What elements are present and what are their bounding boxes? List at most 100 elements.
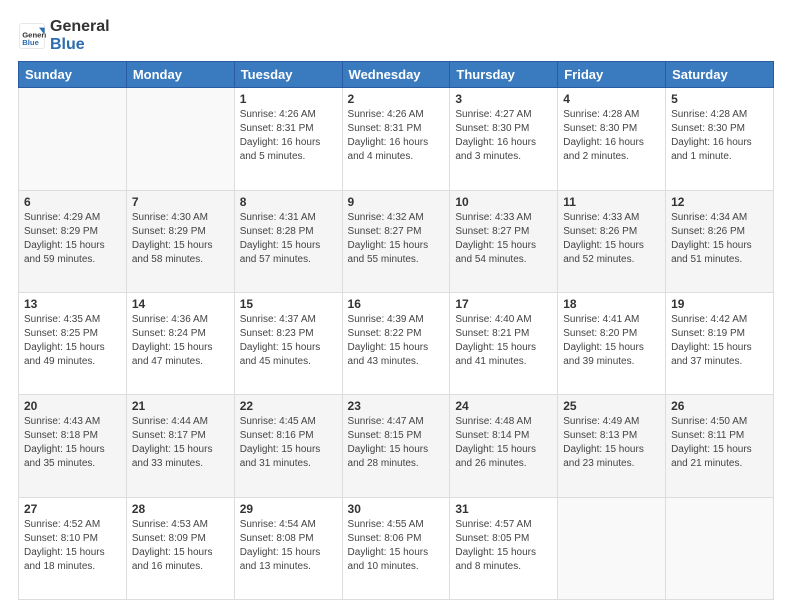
- day-number: 27: [24, 502, 121, 516]
- day-info: Sunrise: 4:26 AM Sunset: 8:31 PM Dayligh…: [348, 108, 445, 164]
- calendar-cell: 29 Sunrise: 4:54 AM Sunset: 8:08 PM Dayli…: [234, 497, 342, 599]
- svg-text:Blue: Blue: [22, 38, 39, 47]
- logo-general: General: [50, 18, 110, 36]
- calendar-cell: 1 Sunrise: 4:26 AM Sunset: 8:31 PM Daylig…: [234, 88, 342, 190]
- day-info: Sunrise: 4:52 AM Sunset: 8:10 PM Dayligh…: [24, 518, 121, 574]
- day-info: Sunrise: 4:31 AM Sunset: 8:28 PM Dayligh…: [240, 211, 337, 267]
- day-info: Sunrise: 4:45 AM Sunset: 8:16 PM Dayligh…: [240, 415, 337, 471]
- day-info: Sunrise: 4:33 AM Sunset: 8:26 PM Dayligh…: [563, 211, 660, 267]
- day-number: 24: [455, 399, 552, 413]
- day-info: Sunrise: 4:35 AM Sunset: 8:25 PM Dayligh…: [24, 313, 121, 369]
- day-number: 30: [348, 502, 445, 516]
- day-number: 26: [671, 399, 768, 413]
- day-number: 4: [563, 92, 660, 106]
- day-info: Sunrise: 4:26 AM Sunset: 8:31 PM Dayligh…: [240, 108, 337, 164]
- calendar-cell: 2 Sunrise: 4:26 AM Sunset: 8:31 PM Daylig…: [342, 88, 450, 190]
- day-info: Sunrise: 4:40 AM Sunset: 8:21 PM Dayligh…: [455, 313, 552, 369]
- day-info: Sunrise: 4:30 AM Sunset: 8:29 PM Dayligh…: [132, 211, 229, 267]
- weekday-header: Friday: [558, 62, 666, 88]
- day-info: Sunrise: 4:36 AM Sunset: 8:24 PM Dayligh…: [132, 313, 229, 369]
- day-number: 3: [455, 92, 552, 106]
- day-number: 14: [132, 297, 229, 311]
- day-info: Sunrise: 4:48 AM Sunset: 8:14 PM Dayligh…: [455, 415, 552, 471]
- day-info: Sunrise: 4:41 AM Sunset: 8:20 PM Dayligh…: [563, 313, 660, 369]
- day-info: Sunrise: 4:57 AM Sunset: 8:05 PM Dayligh…: [455, 518, 552, 574]
- day-info: Sunrise: 4:49 AM Sunset: 8:13 PM Dayligh…: [563, 415, 660, 471]
- day-number: 2: [348, 92, 445, 106]
- day-info: Sunrise: 4:27 AM Sunset: 8:30 PM Dayligh…: [455, 108, 552, 164]
- calendar-cell: 16Sunrise: 4:39 AM Sunset: 8:22 PM Dayli…: [342, 292, 450, 394]
- calendar-cell: [126, 88, 234, 190]
- calendar-cell: 19Sunrise: 4:42 AM Sunset: 8:19 PM Dayli…: [666, 292, 774, 394]
- calendar-cell: 30 Sunrise: 4:55 AM Sunset: 8:06 PM Dayli…: [342, 497, 450, 599]
- weekday-header: Thursday: [450, 62, 558, 88]
- day-number: 8: [240, 195, 337, 209]
- day-number: 13: [24, 297, 121, 311]
- calendar-cell: 8 Sunrise: 4:31 AM Sunset: 8:28 PM Daylig…: [234, 190, 342, 292]
- day-number: 31: [455, 502, 552, 516]
- weekday-header: Saturday: [666, 62, 774, 88]
- calendar-table: SundayMondayTuesdayWednesdayThursdayFrid…: [18, 61, 774, 600]
- day-number: 10: [455, 195, 552, 209]
- page: General Blue General Blue SundayMondayTu…: [0, 0, 792, 612]
- day-info: Sunrise: 4:47 AM Sunset: 8:15 PM Dayligh…: [348, 415, 445, 471]
- day-info: Sunrise: 4:50 AM Sunset: 8:11 PM Dayligh…: [671, 415, 768, 471]
- day-number: 5: [671, 92, 768, 106]
- day-info: Sunrise: 4:32 AM Sunset: 8:27 PM Dayligh…: [348, 211, 445, 267]
- day-number: 19: [671, 297, 768, 311]
- day-number: 12: [671, 195, 768, 209]
- day-number: 25: [563, 399, 660, 413]
- weekday-header: Sunday: [19, 62, 127, 88]
- weekday-header: Wednesday: [342, 62, 450, 88]
- calendar-cell: 18 Sunrise: 4:41 AM Sunset: 8:20 PM Dayli…: [558, 292, 666, 394]
- weekday-header: Monday: [126, 62, 234, 88]
- day-info: Sunrise: 4:55 AM Sunset: 8:06 PM Dayligh…: [348, 518, 445, 574]
- weekday-header: Tuesday: [234, 62, 342, 88]
- calendar-cell: 9 Sunrise: 4:32 AM Sunset: 8:27 PM Daylig…: [342, 190, 450, 292]
- day-number: 7: [132, 195, 229, 209]
- day-info: Sunrise: 4:43 AM Sunset: 8:18 PM Dayligh…: [24, 415, 121, 471]
- calendar-cell: 13 Sunrise: 4:35 AM Sunset: 8:25 PM Dayli…: [19, 292, 127, 394]
- calendar-cell: 28 Sunrise: 4:53 AM Sunset: 8:09 PM Dayli…: [126, 497, 234, 599]
- calendar-cell: 17 Sunrise: 4:40 AM Sunset: 8:21 PM Dayli…: [450, 292, 558, 394]
- day-info: Sunrise: 4:34 AM Sunset: 8:26 PM Dayligh…: [671, 211, 768, 267]
- day-info: Sunrise: 4:28 AM Sunset: 8:30 PM Dayligh…: [563, 108, 660, 164]
- calendar-cell: 7 Sunrise: 4:30 AM Sunset: 8:29 PM Daylig…: [126, 190, 234, 292]
- calendar-cell: 22 Sunrise: 4:45 AM Sunset: 8:16 PM Dayli…: [234, 395, 342, 497]
- day-number: 11: [563, 195, 660, 209]
- calendar-cell: 4 Sunrise: 4:28 AM Sunset: 8:30 PM Daylig…: [558, 88, 666, 190]
- calendar-cell: 14 Sunrise: 4:36 AM Sunset: 8:24 PM Dayli…: [126, 292, 234, 394]
- calendar-cell: 21 Sunrise: 4:44 AM Sunset: 8:17 PM Dayli…: [126, 395, 234, 497]
- calendar-cell: 23 Sunrise: 4:47 AM Sunset: 8:15 PM Dayli…: [342, 395, 450, 497]
- calendar-cell: 25 Sunrise: 4:49 AM Sunset: 8:13 PM Dayli…: [558, 395, 666, 497]
- calendar-cell: 15 Sunrise: 4:37 AM Sunset: 8:23 PM Dayli…: [234, 292, 342, 394]
- day-info: Sunrise: 4:53 AM Sunset: 8:09 PM Dayligh…: [132, 518, 229, 574]
- day-number: 23: [348, 399, 445, 413]
- day-info: Sunrise: 4:54 AM Sunset: 8:08 PM Dayligh…: [240, 518, 337, 574]
- day-number: 18: [563, 297, 660, 311]
- calendar-cell: [666, 497, 774, 599]
- calendar-cell: 31 Sunrise: 4:57 AM Sunset: 8:05 PM Dayli…: [450, 497, 558, 599]
- calendar-cell: [558, 497, 666, 599]
- day-number: 15: [240, 297, 337, 311]
- day-number: 29: [240, 502, 337, 516]
- day-info: Sunrise: 4:37 AM Sunset: 8:23 PM Dayligh…: [240, 313, 337, 369]
- day-number: 21: [132, 399, 229, 413]
- day-info: Sunrise: 4:29 AM Sunset: 8:29 PM Dayligh…: [24, 211, 121, 267]
- calendar-cell: 5 Sunrise: 4:28 AM Sunset: 8:30 PM Daylig…: [666, 88, 774, 190]
- day-number: 28: [132, 502, 229, 516]
- calendar-cell: 6Sunrise: 4:29 AM Sunset: 8:29 PM Daylig…: [19, 190, 127, 292]
- logo-icon: General Blue: [18, 22, 46, 50]
- calendar-cell: 20 Sunrise: 4:43 AM Sunset: 8:18 PM Dayli…: [19, 395, 127, 497]
- calendar-cell: 3 Sunrise: 4:27 AM Sunset: 8:30 PM Daylig…: [450, 88, 558, 190]
- day-number: 17: [455, 297, 552, 311]
- day-info: Sunrise: 4:44 AM Sunset: 8:17 PM Dayligh…: [132, 415, 229, 471]
- calendar-cell: 26 Sunrise: 4:50 AM Sunset: 8:11 PM Dayli…: [666, 395, 774, 497]
- day-info: Sunrise: 4:28 AM Sunset: 8:30 PM Dayligh…: [671, 108, 768, 164]
- day-number: 22: [240, 399, 337, 413]
- calendar-cell: 24 Sunrise: 4:48 AM Sunset: 8:14 PM Dayli…: [450, 395, 558, 497]
- header: General Blue General Blue: [18, 18, 774, 53]
- day-number: 1: [240, 92, 337, 106]
- day-number: 9: [348, 195, 445, 209]
- day-number: 20: [24, 399, 121, 413]
